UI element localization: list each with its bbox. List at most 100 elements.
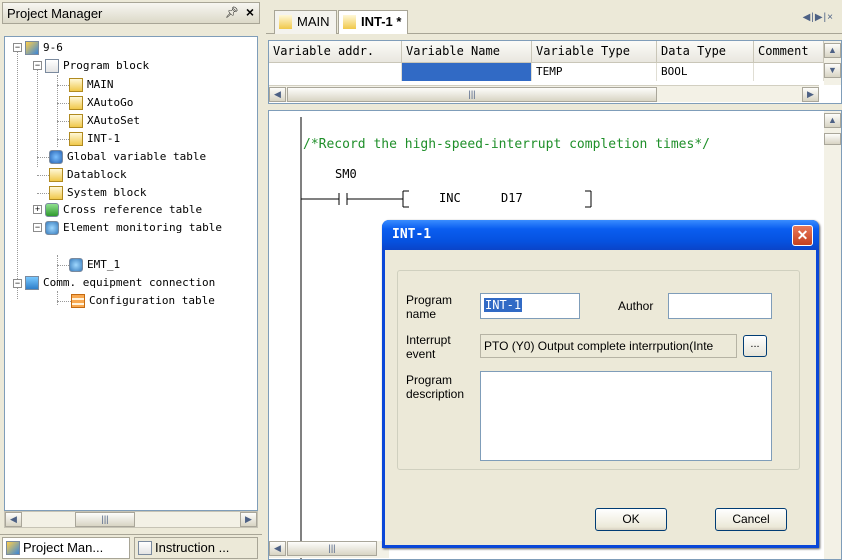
close-button[interactable]: ✕: [792, 225, 813, 246]
instruction-mnemonic[interactable]: INC: [439, 191, 461, 205]
program-description-field[interactable]: [480, 371, 772, 461]
column-header-data-type[interactable]: Data Type: [657, 41, 754, 63]
tree-item-cross-reference-table[interactable]: Cross reference table: [45, 201, 202, 219]
collapse-toggle[interactable]: −: [33, 61, 42, 70]
bottom-tab-strip: Project Man... Instruction ...: [0, 534, 262, 560]
tree-item-main[interactable]: MAIN: [69, 76, 114, 94]
vertical-scrollbar[interactable]: ▲: [824, 111, 841, 559]
column-header-variable-addr[interactable]: Variable addr.: [269, 41, 402, 63]
horizontal-scrollbar[interactable]: ◀ ||| ▶: [4, 511, 258, 528]
scroll-right-button[interactable]: ▶: [240, 512, 257, 527]
cell-variable-addr[interactable]: [269, 63, 402, 81]
program-file-icon: [69, 114, 83, 129]
project-manager-header: Project Manager 📌︎ ×: [2, 2, 260, 24]
pin-icon[interactable]: 📌︎: [225, 6, 239, 19]
project-icon: [25, 41, 39, 56]
tree-item-element-monitoring-table[interactable]: Element monitoring table: [45, 219, 222, 237]
tree-item-system-block[interactable]: System block: [49, 184, 146, 202]
scroll-up-button[interactable]: ▲: [824, 43, 841, 58]
tree-item-comm-equipment[interactable]: Comm. equipment connection: [25, 274, 215, 292]
vertical-scrollbar[interactable]: ▲ ▼: [824, 41, 841, 85]
scroll-up-button[interactable]: ▲: [824, 113, 841, 128]
close-icon[interactable]: ×: [246, 4, 254, 20]
project-manager-title: Project Manager: [7, 6, 103, 21]
expand-toggle[interactable]: +: [33, 205, 42, 214]
cancel-button[interactable]: Cancel: [715, 508, 787, 531]
program-file-icon: [279, 15, 292, 29]
program-description-label: Program description: [406, 373, 465, 401]
instruction-icon: [138, 541, 152, 555]
instruction-operand[interactable]: D17: [501, 191, 523, 205]
scroll-thumb[interactable]: [824, 133, 841, 145]
scroll-thumb[interactable]: |||: [287, 87, 657, 102]
program-file-icon: [69, 78, 83, 93]
monitor-icon: [69, 258, 83, 273]
column-header-comment[interactable]: Comment: [754, 41, 824, 63]
globe-icon: [49, 150, 63, 165]
scroll-thumb[interactable]: |||: [287, 541, 377, 556]
comm-equipment-icon: [25, 276, 39, 291]
collapse-toggle[interactable]: −: [13, 279, 22, 288]
program-properties-dialog: INT-1 ✕ Program name INT-1 Author Interr…: [382, 220, 819, 548]
cell-data-type[interactable]: BOOL: [657, 63, 754, 81]
tree-item-program-block[interactable]: Program block: [45, 57, 149, 75]
dialog-body: Program name INT-1 Author Interrupt even…: [385, 250, 816, 545]
browse-button[interactable]: ...: [743, 335, 767, 357]
close-icon: ✕: [796, 227, 809, 243]
cell-comment[interactable]: [754, 63, 824, 81]
ok-button[interactable]: OK: [595, 508, 667, 531]
table-icon: [71, 294, 85, 309]
dialog-title: INT-1: [392, 227, 432, 242]
project-icon: [6, 541, 20, 555]
tree-item-xautoset[interactable]: XAutoSet: [69, 112, 140, 130]
author-label: Author: [618, 299, 654, 313]
properties-group: Program name INT-1 Author Interrupt even…: [397, 270, 800, 470]
system-block-icon: [49, 186, 63, 201]
column-header-variable-name[interactable]: Variable Name: [402, 41, 532, 63]
tab-int-1[interactable]: INT-1 *: [338, 10, 409, 34]
scroll-left-button[interactable]: ◀: [5, 512, 22, 527]
scroll-left-button[interactable]: ◀: [269, 87, 286, 102]
cell-variable-name[interactable]: [402, 63, 532, 81]
program-name-label: Program name: [406, 293, 453, 321]
scroll-right-button[interactable]: ▶: [802, 87, 819, 102]
tab-navigation-buttons[interactable]: ◀|▶|×: [803, 12, 834, 23]
collapse-toggle[interactable]: −: [13, 43, 22, 52]
program-file-icon: [69, 132, 83, 147]
tree-item-int-1[interactable]: INT-1: [69, 130, 120, 148]
author-field[interactable]: [668, 293, 772, 319]
interrupt-event-field[interactable]: PTO (Y0) Output complete interrpution(In…: [480, 334, 737, 358]
program-file-icon: [343, 15, 356, 29]
tab-project-manager[interactable]: Project Man...: [2, 537, 130, 559]
document-tab-strip: MAIN INT-1 * ◀|▶|×: [266, 10, 842, 34]
program-block-icon: [45, 59, 59, 74]
variable-table[interactable]: Variable addr. Variable Name Variable Ty…: [268, 40, 842, 104]
tab-main[interactable]: MAIN: [274, 10, 337, 34]
cell-variable-type[interactable]: TEMP: [532, 63, 657, 81]
datablock-icon: [49, 168, 63, 183]
scroll-thumb[interactable]: |||: [75, 512, 135, 527]
horizontal-scrollbar[interactable]: ◀ ||| ▶: [269, 85, 819, 102]
contact-label[interactable]: SM0: [335, 167, 357, 181]
tree-item-xautogo[interactable]: XAutoGo: [69, 94, 133, 112]
collapse-toggle[interactable]: −: [33, 223, 42, 232]
monitor-icon: [45, 221, 59, 236]
tree-item-emt-1[interactable]: EMT_1: [69, 256, 120, 274]
tree-item-datablock[interactable]: Datablock: [49, 166, 127, 184]
scroll-left-button[interactable]: ◀: [269, 541, 286, 556]
horizontal-scrollbar[interactable]: ◀ |||: [269, 541, 389, 558]
rung-comment[interactable]: /*Record the high-speed-interrupt comple…: [303, 137, 710, 152]
scroll-down-button[interactable]: ▼: [824, 63, 841, 78]
interrupt-event-label: Interrupt event: [406, 333, 451, 361]
tree-item-project-root[interactable]: 9-6: [25, 39, 63, 57]
cross-reference-icon: [45, 203, 59, 218]
project-manager-pane: Project Manager 📌︎ × − 9-6 − Program blo…: [0, 0, 262, 560]
dialog-titlebar[interactable]: INT-1 ✕: [382, 220, 819, 250]
program-name-field[interactable]: INT-1: [480, 293, 580, 319]
program-file-icon: [69, 96, 83, 111]
tab-instruction[interactable]: Instruction ...: [134, 537, 258, 559]
tree-item-configuration-table[interactable]: Configuration table: [71, 292, 215, 310]
project-tree[interactable]: − 9-6 − Program block MAIN XAutoGo XAuto…: [4, 36, 258, 511]
column-header-variable-type[interactable]: Variable Type: [532, 41, 657, 63]
tree-item-global-variable-table[interactable]: Global variable table: [49, 148, 206, 166]
